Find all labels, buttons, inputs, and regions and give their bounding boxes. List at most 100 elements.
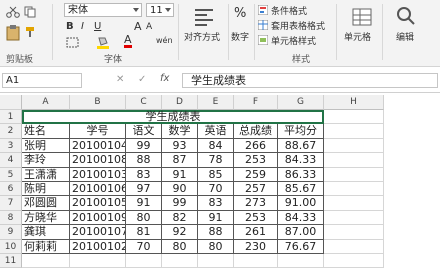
empty-cell[interactable] [324, 196, 384, 211]
alignment-group[interactable]: 对齐方式 [182, 0, 228, 58]
data-cell[interactable]: 87.00 [278, 225, 324, 240]
data-cell[interactable]: 88 [126, 153, 162, 168]
data-cell[interactable]: 20100107 [70, 225, 126, 240]
border-icon[interactable] [66, 37, 80, 49]
data-cell[interactable]: 20100102 [70, 239, 126, 254]
header-cell[interactable]: 总成绩 [234, 124, 278, 139]
data-cell[interactable]: 85 [198, 167, 234, 182]
bold-button[interactable]: B [66, 21, 74, 32]
italic-button[interactable]: I [81, 21, 84, 32]
header-cell[interactable]: 学号 [70, 124, 126, 139]
empty-cell[interactable] [198, 254, 234, 269]
cell-style-button[interactable]: 单元格样式 [271, 34, 316, 47]
header-cell[interactable]: 数学 [162, 124, 198, 139]
data-cell[interactable]: 97 [126, 182, 162, 197]
select-all-corner[interactable] [0, 95, 22, 110]
cells-icon[interactable] [352, 8, 372, 26]
editing-group[interactable]: 编辑 [384, 0, 434, 58]
data-cell[interactable]: 230 [234, 239, 278, 254]
sheet-title-cell[interactable]: 学生成绩表 [22, 110, 324, 125]
empty-cell[interactable] [324, 138, 384, 154]
row-header-8[interactable]: 8 [0, 210, 22, 226]
number-group[interactable]: % 数字 [230, 0, 254, 58]
data-cell[interactable]: 84.33 [278, 153, 324, 168]
data-cell[interactable]: 253 [234, 153, 278, 168]
data-cell[interactable]: 80 [162, 239, 198, 254]
empty-cell[interactable] [324, 153, 384, 168]
data-cell[interactable]: 78 [198, 153, 234, 168]
data-cell[interactable]: 20100105 [70, 196, 126, 211]
data-cell[interactable]: 何莉莉 [22, 239, 70, 254]
row-header-2[interactable]: 2 [0, 124, 22, 139]
paste-icon[interactable] [6, 25, 20, 41]
font-name-select[interactable]: 宋体 [64, 3, 142, 17]
fill-color-icon[interactable] [96, 36, 110, 49]
column-header-g[interactable]: G [278, 95, 324, 110]
grow-font-button[interactable]: A [134, 20, 142, 33]
brush-icon[interactable] [24, 26, 36, 38]
data-cell[interactable]: 90 [162, 182, 198, 197]
data-cell[interactable]: 83 [198, 196, 234, 211]
empty-cell[interactable] [324, 182, 384, 197]
data-cell[interactable]: 邓圆圆 [22, 196, 70, 211]
empty-cell[interactable] [324, 210, 384, 226]
header-cell[interactable]: 语文 [126, 124, 162, 139]
data-cell[interactable]: 85.67 [278, 182, 324, 197]
data-cell[interactable]: 70 [198, 182, 234, 197]
font-size-select[interactable]: 11 [146, 3, 174, 17]
empty-cell[interactable] [324, 239, 384, 254]
data-cell[interactable]: 91 [198, 210, 234, 226]
empty-cell[interactable] [22, 254, 70, 269]
phonetic-button[interactable]: wén [156, 36, 173, 45]
row-header-1[interactable]: 1 [0, 110, 22, 125]
formula-input[interactable]: 学生成绩表 [182, 73, 438, 88]
data-cell[interactable]: 20100104 [70, 138, 126, 154]
data-cell[interactable]: 20100106 [70, 182, 126, 197]
percent-button[interactable]: % [234, 6, 246, 21]
data-cell[interactable]: 93 [162, 138, 198, 154]
data-cell[interactable]: 20100103 [70, 167, 126, 182]
fx-icon[interactable]: fx [160, 73, 169, 84]
row-header-7[interactable]: 7 [0, 196, 22, 211]
data-cell[interactable]: 273 [234, 196, 278, 211]
data-cell[interactable]: 20100108 [70, 153, 126, 168]
data-cell[interactable]: 82 [162, 210, 198, 226]
data-cell[interactable]: 80 [126, 210, 162, 226]
data-cell[interactable]: 253 [234, 210, 278, 226]
cancel-icon[interactable]: ✕ [116, 74, 124, 85]
row-header-5[interactable]: 5 [0, 167, 22, 182]
name-box[interactable]: A1 [2, 73, 82, 88]
empty-cell[interactable] [278, 254, 324, 269]
data-cell[interactable]: 257 [234, 182, 278, 197]
data-cell[interactable]: 陈明 [22, 182, 70, 197]
row-header-9[interactable]: 9 [0, 225, 22, 240]
data-cell[interactable]: 91 [126, 196, 162, 211]
search-icon[interactable] [396, 6, 416, 26]
column-header-b[interactable]: B [70, 95, 126, 110]
data-cell[interactable]: 261 [234, 225, 278, 240]
data-cell[interactable]: 87 [162, 153, 198, 168]
conditional-format-button[interactable]: 条件格式 [271, 4, 307, 17]
empty-cell[interactable] [324, 167, 384, 182]
header-cell[interactable]: 英语 [198, 124, 234, 139]
data-cell[interactable]: 81 [126, 225, 162, 240]
scissors-icon[interactable] [6, 6, 20, 18]
data-cell[interactable]: 76.67 [278, 239, 324, 254]
data-cell[interactable]: 张明 [22, 138, 70, 154]
data-cell[interactable]: 259 [234, 167, 278, 182]
copy-icon[interactable] [24, 6, 36, 18]
data-cell[interactable]: 王潇潇 [22, 167, 70, 182]
underline-button[interactable]: U [94, 21, 101, 32]
column-header-e[interactable]: E [198, 95, 234, 110]
empty-cell[interactable] [324, 124, 384, 139]
data-cell[interactable]: 99 [126, 138, 162, 154]
row-header-11[interactable]: 11 [0, 254, 22, 269]
data-cell[interactable]: 20100109 [70, 210, 126, 226]
data-cell[interactable]: 92 [162, 225, 198, 240]
data-cell[interactable]: 99 [162, 196, 198, 211]
data-cell[interactable]: 83 [126, 167, 162, 182]
data-cell[interactable]: 龚琪 [22, 225, 70, 240]
align-icon[interactable] [194, 8, 214, 26]
row-header-10[interactable]: 10 [0, 239, 22, 254]
empty-cell[interactable] [70, 254, 126, 269]
